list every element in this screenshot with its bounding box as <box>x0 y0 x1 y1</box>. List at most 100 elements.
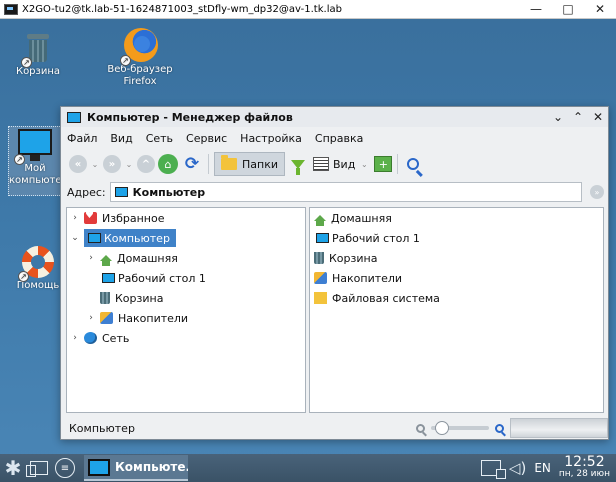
chevron-right-icon[interactable]: › <box>71 333 79 343</box>
file-manager-titlebar[interactable]: Компьютер - Менеджер файлов ⌄ ⌃ ✕ <box>61 107 608 127</box>
zoom-out-icon[interactable] <box>416 423 425 433</box>
file-item-home[interactable]: Домашняя <box>314 209 392 227</box>
keyboard-layout-indicator[interactable]: EN <box>534 461 551 475</box>
desktop-icon-my-computer[interactable]: ↗ Мой компьюте <box>8 126 62 196</box>
folders-button-label: Папки <box>242 157 278 171</box>
desktop-icon-label: Мой <box>24 163 46 174</box>
chevron-down-icon[interactable]: ⌄ <box>71 233 79 243</box>
desktop-icon-label: Корзина <box>15 66 61 77</box>
back-history-caret-icon[interactable]: ⌄ <box>90 160 100 169</box>
taskbar-item-file-manager[interactable]: Компьюте... <box>84 455 188 481</box>
tree-item-selected[interactable]: Компьютер <box>84 229 176 247</box>
desktop-icon-help[interactable]: ↗ Помощь <box>10 244 66 292</box>
zoom-control <box>416 417 608 439</box>
zoom-slider-thumb[interactable] <box>435 421 450 435</box>
home-icon <box>100 255 112 266</box>
host-window-title: X2GO-tu2@tk.lab-51-1624871003_stDfly-wm_… <box>22 3 342 15</box>
volume-icon[interactable]: ◁) <box>509 459 526 477</box>
search-button[interactable] <box>403 154 423 174</box>
show-windows-button[interactable] <box>26 457 52 479</box>
menu-help[interactable]: Справка <box>315 132 363 145</box>
window-title: Компьютер - Менеджер файлов <box>87 110 293 124</box>
host-minimize-button[interactable]: — <box>520 0 552 19</box>
firefox-icon: ↗ <box>120 26 158 66</box>
folder-tree: › Избранное ⌄ Компьютер › Домашняя Рабоч… <box>66 207 306 413</box>
tree-item-label: Сеть <box>102 331 130 345</box>
menu-settings[interactable]: Настройка <box>240 132 302 145</box>
close-button[interactable]: ✕ <box>588 110 608 124</box>
address-value: Компьютер <box>132 185 206 199</box>
shortcut-arrow-icon: ↗ <box>18 271 29 282</box>
clock-date: пн, 28 июн <box>558 469 610 479</box>
file-item-label: Файловая система <box>332 291 440 305</box>
forward-button[interactable]: » <box>103 155 121 173</box>
toolbar: « ⌄ » ⌄ ^ ⌂ ⟳ Папки Вид ⌄ + <box>61 149 608 179</box>
menu-bar: Файл Вид Сеть Сервис Настройка Справка <box>61 127 608 149</box>
start-menu-button[interactable]: ✱ <box>0 454 26 482</box>
menu-tools[interactable]: Сервис <box>186 132 227 145</box>
clock-time: 12:52 <box>564 454 605 470</box>
menu-view[interactable]: Вид <box>110 132 132 145</box>
file-item-desktop[interactable]: Рабочий стол 1 <box>314 229 420 247</box>
filter-button[interactable] <box>288 154 308 175</box>
shortcut-arrow-icon: ↗ <box>120 55 131 66</box>
status-progress-area <box>510 418 608 438</box>
view-list-icon <box>313 157 329 171</box>
minimize-button[interactable]: ⌄ <box>548 110 568 124</box>
host-maximize-button[interactable]: □ <box>552 0 584 19</box>
address-input[interactable]: Компьютер <box>109 182 582 202</box>
zoom-slider[interactable] <box>431 421 489 435</box>
toolbar-separator <box>397 154 399 174</box>
shortcut-arrow-icon: ↗ <box>21 57 32 68</box>
tree-item-trash[interactable]: Корзина <box>87 289 163 307</box>
desktop-icon <box>102 273 115 283</box>
chevron-right-icon[interactable]: › <box>71 213 79 223</box>
filter-funnel-icon <box>291 159 305 175</box>
home-icon <box>314 215 326 226</box>
menu-file[interactable]: Файл <box>67 132 97 145</box>
folders-toggle-button[interactable]: Папки <box>214 152 285 176</box>
chevron-right-icon[interactable]: › <box>87 313 95 323</box>
desktop-icon-label-line2: Firefox <box>123 76 157 87</box>
file-item-label: Корзина <box>329 251 378 265</box>
back-button[interactable]: « <box>69 155 87 173</box>
zoom-in-icon[interactable] <box>495 423 504 433</box>
split-pane-button[interactable]: + <box>374 156 393 172</box>
trash-icon: ↗ <box>21 32 53 68</box>
trash-icon <box>314 252 324 264</box>
host-window-titlebar: X2GO-tu2@tk.lab-51-1624871003_stDfly-wm_… <box>0 0 616 19</box>
launcher-button[interactable]: ≡ <box>52 457 78 479</box>
clock[interactable]: 12:52 пн, 28 июн <box>558 454 610 480</box>
tree-item-computer[interactable]: ⌄ Компьютер <box>71 229 176 247</box>
network-status-icon[interactable] <box>480 460 506 479</box>
file-item-filesystem[interactable]: Файловая система <box>314 289 440 307</box>
tree-item-label: Накопители <box>118 311 189 325</box>
status-bar: Компьютер <box>61 417 608 439</box>
file-item-trash[interactable]: Корзина <box>314 249 377 267</box>
desktop-icon-trash[interactable]: ↗ Корзина <box>10 32 66 78</box>
file-item-drives[interactable]: Накопители <box>314 269 402 287</box>
desktop-icon <box>316 233 329 243</box>
host-close-button[interactable]: ✕ <box>584 0 616 19</box>
file-manager-window: Компьютер - Менеджер файлов ⌄ ⌃ ✕ Файл В… <box>60 106 609 440</box>
desktop-icon-firefox[interactable]: ↗ Веб-браузер Firefox <box>104 26 176 88</box>
reload-button[interactable]: ⟳ <box>181 153 203 175</box>
tree-item-home[interactable]: › Домашняя <box>87 249 178 267</box>
maximize-button[interactable]: ⌃ <box>568 110 588 124</box>
tree-item-label: Домашняя <box>117 251 178 265</box>
tree-item-desktop[interactable]: Рабочий стол 1 <box>87 269 206 287</box>
computer-icon <box>67 111 81 123</box>
desktop-icon-label: Помощь <box>16 280 60 291</box>
forward-history-caret-icon[interactable]: ⌄ <box>124 160 134 169</box>
home-button[interactable]: ⌂ <box>158 154 178 174</box>
view-mode-button[interactable]: Вид ⌄ <box>311 157 371 171</box>
drives-icon <box>314 272 327 284</box>
tree-item-drives[interactable]: › Накопители <box>87 309 188 327</box>
tree-item-favorites[interactable]: › Избранное <box>71 209 164 227</box>
up-button[interactable]: ^ <box>137 155 155 173</box>
tree-item-network[interactable]: › Сеть <box>71 329 129 347</box>
go-button[interactable]: » <box>590 185 604 199</box>
favorites-icon <box>84 210 97 224</box>
chevron-right-icon[interactable]: › <box>87 253 95 263</box>
menu-network[interactable]: Сеть <box>146 132 173 145</box>
